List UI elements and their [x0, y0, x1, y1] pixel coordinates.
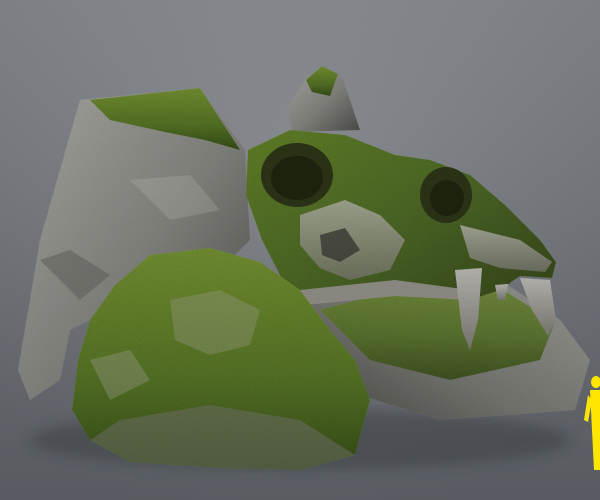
- rock-scene: [0, 0, 600, 500]
- viewport: [0, 0, 600, 500]
